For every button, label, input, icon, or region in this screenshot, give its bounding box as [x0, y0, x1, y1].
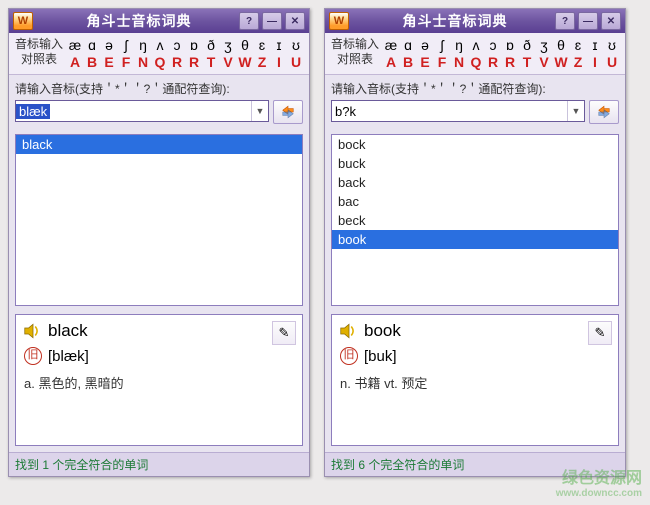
status-bar: 找到 1 个完全符合的单词 — [9, 452, 309, 476]
old-pronunciation-badge: 旧 — [24, 347, 42, 365]
letters-row: A B E F N Q R R T V W Z I U — [384, 54, 620, 70]
window-controls: ? — ✕ — [239, 12, 305, 30]
list-item[interactable]: buck — [332, 154, 618, 173]
reference-row: 音标输入 对照表 æ ɑ ə ʃ ŋ ʌ ɔ ɒ ð ʒ θ ɛ ɪ ʊ A — [325, 33, 625, 75]
results-list[interactable]: black — [15, 134, 303, 306]
app-title: 角斗士音标词典 — [355, 11, 555, 31]
list-item[interactable]: book — [332, 230, 618, 249]
pencil-icon: ✎ — [595, 325, 606, 341]
chevron-down-icon[interactable]: ▼ — [251, 101, 268, 121]
app-title: 角斗士音标词典 — [39, 11, 239, 31]
pronunciation: [buk] — [364, 348, 397, 365]
pencil-icon: ✎ — [279, 325, 290, 341]
search-value: blæk — [16, 104, 50, 119]
pronunciation-row: 旧 [buk] — [340, 347, 610, 365]
list-item[interactable]: bac — [332, 192, 618, 211]
search-value: b?k — [332, 104, 359, 119]
close-button[interactable]: ✕ — [285, 12, 305, 30]
app-icon: W — [329, 12, 349, 30]
results-list[interactable]: bock buck back bac beck book — [331, 134, 619, 306]
dictionary-window-left: W 角斗士音标词典 ? — ✕ 音标输入 对照表 æ ɑ ə ʃ ŋ ʌ ɔ ɒ… — [8, 8, 310, 477]
search-input[interactable]: b?k ▼ — [331, 100, 585, 122]
titlebar: W 角斗士音标词典 ? — ✕ — [325, 9, 625, 33]
speaker-icon[interactable] — [340, 323, 358, 339]
search-input[interactable]: blæk ▼ — [15, 100, 269, 122]
minimize-button[interactable]: — — [578, 12, 598, 30]
status-bar: 找到 6 个完全符合的单词 — [325, 452, 625, 476]
headword: black — [48, 321, 88, 341]
app-icon: W — [13, 12, 33, 30]
go-arrows-icon — [597, 105, 611, 119]
definition-panel: ✎ black 旧 [blæk] a. 黑色的, 黑暗的 — [15, 314, 303, 446]
search-row: b?k ▼ — [325, 100, 625, 130]
letters-row: A B E F N Q R R T V W Z I U — [68, 54, 304, 70]
speaker-icon[interactable] — [24, 323, 42, 339]
reference-labels: 音标输入 对照表 — [330, 37, 380, 70]
edit-button[interactable]: ✎ — [272, 321, 296, 345]
ipa-row: æ ɑ ə ʃ ŋ ʌ ɔ ɒ ð ʒ θ ɛ ɪ ʊ — [68, 37, 304, 53]
titlebar: W 角斗士音标词典 ? — ✕ — [9, 9, 309, 33]
ipa-row: æ ɑ ə ʃ ŋ ʌ ɔ ɒ ð ʒ θ ɛ ɪ ʊ — [384, 37, 620, 53]
definition-panel: ✎ book 旧 [buk] n. 书籍 vt. 预定 — [331, 314, 619, 446]
definition-head: book — [340, 321, 610, 341]
reference-labels: 音标输入 对照表 — [14, 37, 64, 70]
search-button[interactable] — [589, 100, 619, 124]
window-controls: ? — ✕ — [555, 12, 621, 30]
minimize-button[interactable]: — — [262, 12, 282, 30]
headword: book — [364, 321, 401, 341]
go-arrows-icon — [281, 105, 295, 119]
search-prompt: 请输入音标(支持＇*＇＇?＇通配符查询): — [9, 75, 309, 100]
definition-text: n. 书籍 vt. 预定 — [340, 373, 610, 392]
list-item[interactable]: back — [332, 173, 618, 192]
list-item[interactable]: beck — [332, 211, 618, 230]
pronunciation-row: 旧 [blæk] — [24, 347, 294, 365]
pronunciation: [blæk] — [48, 348, 89, 365]
close-button[interactable]: ✕ — [601, 12, 621, 30]
search-row: blæk ▼ — [9, 100, 309, 130]
search-button[interactable] — [273, 100, 303, 124]
search-prompt: 请输入音标(支持＇*＇＇?＇通配符查询): — [325, 75, 625, 100]
help-button[interactable]: ? — [555, 12, 575, 30]
reference-row: 音标输入 对照表 æ ɑ ə ʃ ŋ ʌ ɔ ɒ ð ʒ θ ɛ ɪ ʊ A — [9, 33, 309, 75]
dictionary-window-right: W 角斗士音标词典 ? — ✕ 音标输入 对照表 æ ɑ ə ʃ ŋ ʌ ɔ ɒ… — [324, 8, 626, 477]
old-pronunciation-badge: 旧 — [340, 347, 358, 365]
list-item[interactable]: black — [16, 135, 302, 154]
chevron-down-icon[interactable]: ▼ — [567, 101, 584, 121]
help-button[interactable]: ? — [239, 12, 259, 30]
definition-text: a. 黑色的, 黑暗的 — [24, 373, 294, 392]
list-item[interactable]: bock — [332, 135, 618, 154]
edit-button[interactable]: ✎ — [588, 321, 612, 345]
definition-head: black — [24, 321, 294, 341]
